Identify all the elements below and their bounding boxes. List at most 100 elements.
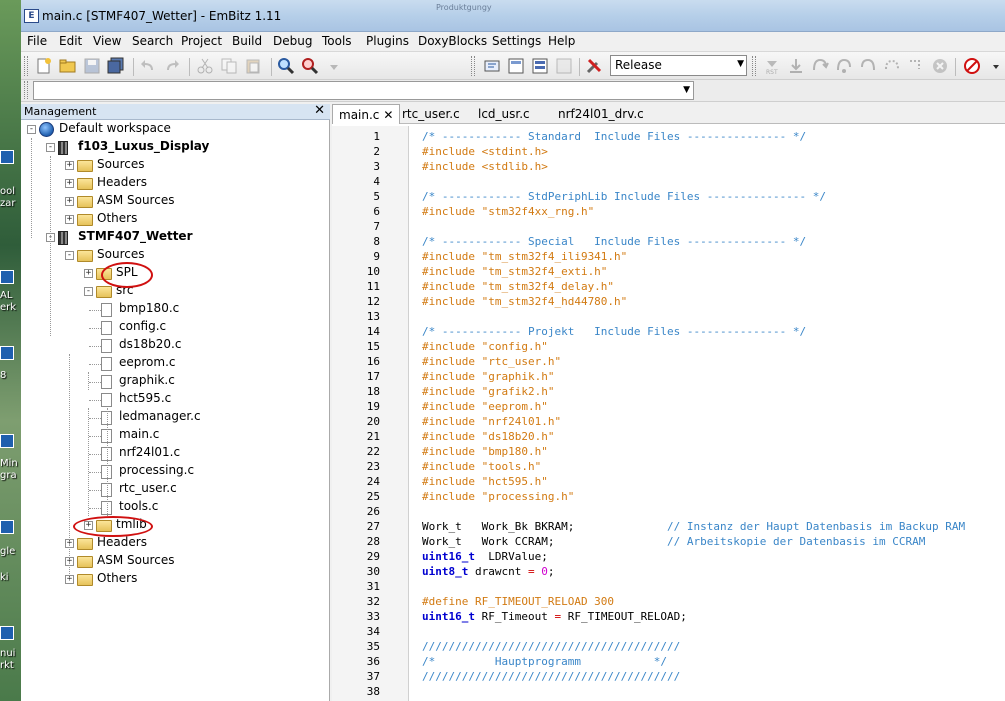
- menu-file[interactable]: File: [27, 34, 47, 48]
- tree-node-p1s[interactable]: + Sources: [21, 157, 330, 175]
- compile-icon[interactable]: [483, 57, 501, 75]
- toolbar-grip[interactable]: [471, 56, 475, 76]
- collapse-icon[interactable]: -: [84, 287, 93, 296]
- tree-node-f2[interactable]: config.c: [21, 319, 330, 337]
- code-line[interactable]: #include "rtc_user.h": [422, 355, 561, 368]
- tree-node-ws[interactable]: - Default workspace: [21, 121, 330, 139]
- tree-node-tmlib[interactable]: + tmlib: [21, 517, 330, 535]
- tree-node-f12[interactable]: tools.c: [21, 499, 330, 517]
- desktop-shortcut-icon[interactable]: [0, 520, 14, 534]
- debug-next-instruction-icon[interactable]: [883, 57, 901, 75]
- menu-doxyblocks[interactable]: DoxyBlocks: [418, 34, 487, 48]
- editor-tab[interactable]: rtc_user.c: [396, 104, 466, 124]
- menu-settings[interactable]: Settings: [492, 34, 541, 48]
- tree-node-f3[interactable]: ds18b20.c: [21, 337, 330, 355]
- undo-icon[interactable]: [139, 57, 157, 75]
- copy-icon[interactable]: [220, 57, 238, 75]
- code-line[interactable]: #include "bmp180.h": [422, 445, 548, 458]
- debug-reset-icon[interactable]: RST: [763, 57, 781, 75]
- menu-tools[interactable]: Tools: [322, 34, 352, 48]
- build-target-select[interactable]: Release ▼: [610, 55, 747, 76]
- tree-node-f7[interactable]: ledmanager.c: [21, 409, 330, 427]
- code-line[interactable]: /* ------------ Standard Include Files -…: [422, 130, 806, 143]
- tree-node-src[interactable]: - src: [21, 283, 330, 301]
- menu-edit[interactable]: Edit: [59, 34, 82, 48]
- code-line[interactable]: Work_t Work_Bk BKRAM; // Instanz der Hau…: [422, 520, 965, 533]
- tree-node-f1[interactable]: bmp180.c: [21, 301, 330, 319]
- tree-node-spl[interactable]: + SPL: [21, 265, 330, 283]
- menu-help[interactable]: Help: [548, 34, 575, 48]
- code-line[interactable]: Work_t Work CCRAM; // Arbeitskopie der D…: [422, 535, 925, 548]
- code-line[interactable]: uint16_t RF_Timeout = RF_TIMEOUT_RELOAD;: [422, 610, 687, 623]
- code-line[interactable]: #include "grafik2.h": [422, 385, 554, 398]
- tree-node-p1[interactable]: - f103_Luxus_Display: [21, 139, 330, 157]
- redo-icon[interactable]: [163, 57, 181, 75]
- editor-tab[interactable]: main.c ✕: [332, 104, 401, 124]
- desktop-shortcut-icon[interactable]: [0, 626, 14, 640]
- tree-node-p2h[interactable]: + Headers: [21, 535, 330, 553]
- tree-node-f9[interactable]: nrf24l01.c: [21, 445, 330, 463]
- debug-step-out-icon[interactable]: [859, 57, 877, 75]
- desktop-shortcut-icon[interactable]: [0, 150, 14, 164]
- code-line[interactable]: #include "tm_stm32f4_hd44780.h": [422, 295, 627, 308]
- collapse-icon[interactable]: -: [46, 143, 55, 152]
- toolbar-grip[interactable]: [24, 56, 28, 76]
- code-line[interactable]: #include "ds18b20.h": [422, 430, 554, 443]
- collapse-icon[interactable]: -: [27, 125, 36, 134]
- tree-node-p1h[interactable]: + Headers: [21, 175, 330, 193]
- code-area[interactable]: /* ------------ Standard Include Files -…: [410, 126, 1005, 701]
- tree-node-p2o[interactable]: + Others: [21, 571, 330, 589]
- paste-icon[interactable]: [244, 57, 262, 75]
- desktop-shortcut-icon[interactable]: [0, 270, 14, 284]
- code-line[interactable]: #include "graphik.h": [422, 370, 554, 383]
- code-line[interactable]: uint16_t LDRValue;: [422, 550, 548, 563]
- code-line[interactable]: #include "config.h": [422, 340, 548, 353]
- code-line[interactable]: ///////////////////////////////////////: [422, 670, 680, 683]
- rebuild-icon[interactable]: [531, 57, 549, 75]
- tree-node-p1a[interactable]: + ASM Sources: [21, 193, 330, 211]
- collapse-icon[interactable]: -: [65, 251, 74, 260]
- code-line[interactable]: /* ------------ Special Include Files --…: [422, 235, 806, 248]
- code-line[interactable]: #include "hct595.h": [422, 475, 548, 488]
- code-line[interactable]: /* ------------ StdPeriphLib Include Fil…: [422, 190, 826, 203]
- save-all-icon[interactable]: [107, 57, 125, 75]
- tree-node-p2a[interactable]: + ASM Sources: [21, 553, 330, 571]
- tree-node-f6[interactable]: hct595.c: [21, 391, 330, 409]
- tree-node-f8[interactable]: main.c: [21, 427, 330, 445]
- code-line[interactable]: /* Hauptprogramm */: [422, 655, 667, 668]
- code-line[interactable]: #define RF_TIMEOUT_RELOAD 300: [422, 595, 614, 608]
- desktop-shortcut-icon[interactable]: [0, 346, 14, 360]
- tree-node-f11[interactable]: rtc_user.c: [21, 481, 330, 499]
- toolbar-dropdown-icon[interactable]: [325, 57, 343, 75]
- tree-node-p2s[interactable]: - Sources: [21, 247, 330, 265]
- cut-icon[interactable]: [196, 57, 214, 75]
- debug-step-instruction-icon[interactable]: [907, 57, 925, 75]
- editor-tab[interactable]: lcd_usr.c: [472, 104, 536, 124]
- toolbar-grip[interactable]: [752, 56, 756, 76]
- code-line[interactable]: #include "tm_stm32f4_exti.h": [422, 265, 607, 278]
- code-line[interactable]: #include "eeprom.h": [422, 400, 548, 413]
- code-line[interactable]: #include <stdint.h>: [422, 145, 548, 158]
- tree-node-f4[interactable]: eeprom.c: [21, 355, 330, 373]
- find-icon[interactable]: [277, 57, 295, 75]
- menu-view[interactable]: View: [93, 34, 121, 48]
- close-icon[interactable]: ✕: [314, 103, 325, 118]
- code-line[interactable]: #include "stm32f4xx_rng.h": [422, 205, 594, 218]
- new-file-icon[interactable]: [35, 57, 53, 75]
- open-folder-icon[interactable]: [59, 57, 77, 75]
- toolbar-overflow-icon[interactable]: [987, 57, 1005, 75]
- code-line[interactable]: #include "tm_stm32f4_ili9341.h": [422, 250, 627, 263]
- menu-build[interactable]: Build: [232, 34, 262, 48]
- menu-project[interactable]: Project: [181, 34, 222, 48]
- debug-next-line-icon[interactable]: [811, 57, 829, 75]
- expand-icon[interactable]: +: [65, 179, 74, 188]
- debug-run-to-cursor-icon[interactable]: [787, 57, 805, 75]
- tree-node-f10[interactable]: processing.c: [21, 463, 330, 481]
- stop-debug-icon[interactable]: [963, 57, 981, 75]
- expand-icon[interactable]: +: [84, 269, 93, 278]
- tree-node-f5[interactable]: graphik.c: [21, 373, 330, 391]
- menu-search[interactable]: Search: [132, 34, 173, 48]
- stop-build-icon[interactable]: [555, 57, 573, 75]
- expand-icon[interactable]: +: [65, 215, 74, 224]
- tree-node-p2[interactable]: - STMF407_Wetter: [21, 229, 330, 247]
